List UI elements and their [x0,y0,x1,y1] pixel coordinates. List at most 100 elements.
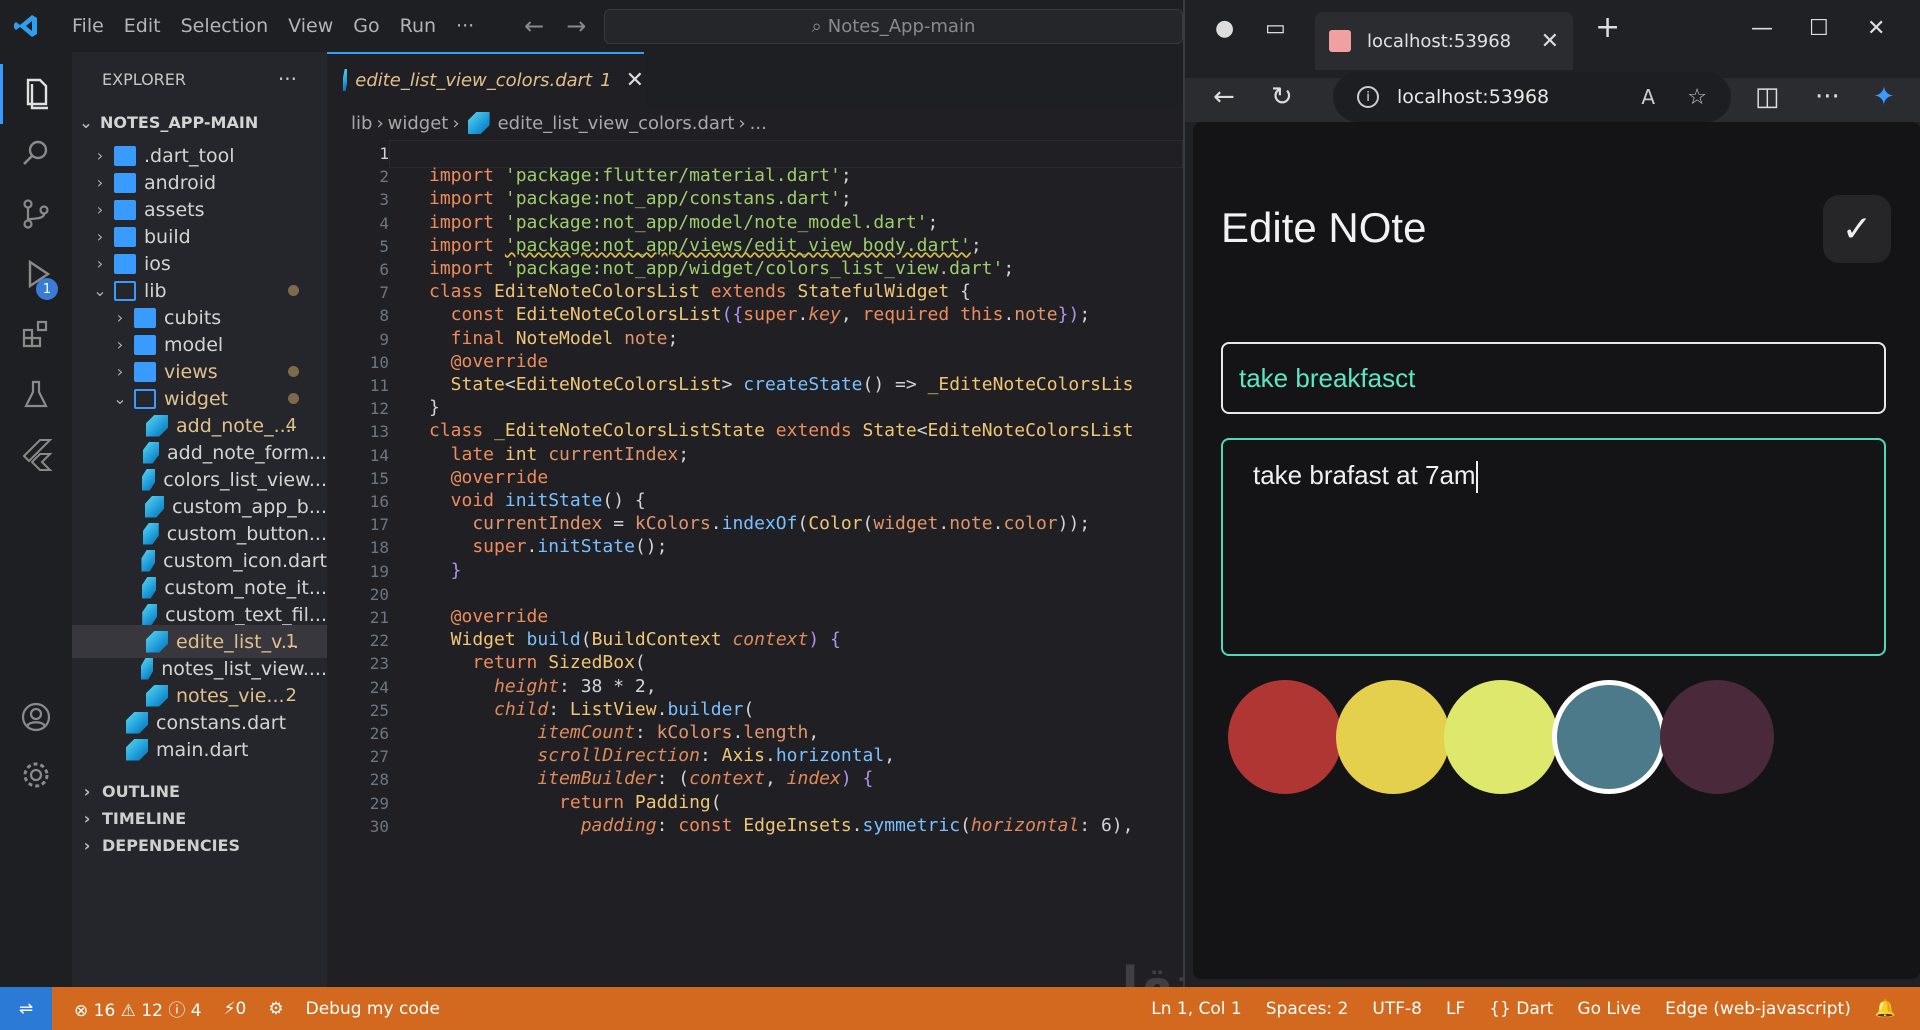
line-number: 16 [369,492,389,511]
code-token: build [526,629,581,651]
end-of-line[interactable]: LF [1446,999,1465,1019]
back-icon[interactable]: ← [1213,82,1235,112]
browser-tab[interactable]: localhost:53968 ✕ [1315,12,1573,70]
copilot-icon[interactable]: ✦ [1873,82,1895,112]
settings-gear-icon[interactable] [0,745,72,805]
breadcrumb-item[interactable]: widget [388,113,449,134]
tree-item-label: custom_text_fil... [165,603,327,626]
accounts-icon[interactable] [0,687,72,747]
color-option[interactable] [1444,680,1558,794]
breadcrumb-item[interactable]: ... [750,113,767,134]
menu-item[interactable]: Run [400,15,436,37]
menu-item[interactable]: ··· [456,15,474,37]
tab-actions-icon[interactable]: ▭ [1265,16,1286,41]
code-token: @override [429,350,549,372]
refresh-icon[interactable]: ↻ [1271,82,1293,112]
code-token: }) [1057,304,1080,326]
forward-arrow-icon[interactable]: → [566,12,608,40]
tree-item-label: add_note_form... [167,441,327,464]
close-tab-icon[interactable]: ✕ [1541,29,1559,54]
testing-flask-icon[interactable] [0,364,72,424]
search-icon[interactable] [0,124,72,184]
favorite-star-icon[interactable]: ☆ [1687,85,1707,110]
split-screen-icon[interactable]: ◫ [1755,82,1780,112]
code-token: @override [429,466,549,488]
code-token: required [862,304,961,326]
tree-item[interactable]: main.dart [72,733,327,766]
folder-icon [114,226,136,247]
menu-item[interactable]: Edit [124,15,161,37]
back-arrow-icon[interactable]: ← [524,12,566,40]
source-control-icon[interactable] [0,184,72,244]
encoding[interactable]: UTF-8 [1372,999,1422,1019]
save-check-button[interactable]: ✓ [1823,195,1891,263]
menu-item[interactable]: Go [353,15,379,37]
tab-edite-list-view-colors[interactable]: edite_list_view_colors.dart 1 ✕ [327,52,644,106]
new-tab-icon[interactable]: + [1595,10,1620,45]
tree-item-label: colors_list_view... [163,468,327,491]
code-token: < [916,420,928,442]
code-token: extends [710,281,798,303]
flutter-icon[interactable] [0,424,72,484]
menu-item[interactable]: File [72,15,104,37]
code-area[interactable]: 1 2 import 'package:flutter/material.dart'… [327,140,1183,987]
tree-root[interactable]: ⌄ NOTES_APP-MAIN [72,106,327,139]
ports-indicator[interactable]: ⚡0 [224,999,247,1019]
command-center-search[interactable]: ⌕ Notes_App-main [604,9,1183,44]
remote-indicator-icon[interactable]: ⇌ [0,987,52,1030]
line-number: 23 [369,654,389,674]
breadcrumb-item[interactable]: lib [351,113,372,134]
indentation[interactable]: Spaces: 2 [1266,999,1349,1019]
menu-item[interactable]: View [288,15,333,37]
code-line: return Padding( [429,792,722,813]
sidebar-section-dependencies[interactable]: › DEPENDENCIES [72,829,327,862]
code-token: 'package:not_app/constans.dart' [504,188,841,210]
code-token: () => [862,374,928,395]
settings-more-icon[interactable]: ··· [1815,82,1840,112]
cursor-position[interactable]: Ln 1, Col 1 [1151,999,1242,1019]
notifications-bell-icon[interactable]: 🔔 [1875,999,1896,1019]
code-token: import [429,188,505,210]
go-live-button[interactable]: Go Live [1577,999,1641,1019]
debug-target[interactable]: Edge (web-javascript) [1665,999,1851,1019]
run-debug-icon[interactable]: 1 [0,244,72,304]
code-token: context [689,768,765,790]
code-token: } [429,559,462,581]
color-option-selected[interactable] [1552,680,1666,794]
maximize-icon[interactable]: ☐ [1809,16,1829,41]
line-number: 15 [369,468,389,488]
color-option[interactable] [1228,680,1342,794]
tree-item-label: lib [144,279,167,302]
code-token: EditeNoteColorsList [927,420,1134,442]
problems-indicator[interactable]: ⊗ 16 ⚠ 12 ⓘ 4 [74,996,202,1021]
browser-window: ● ▭ localhost:53968 ✕ + — ☐ ✕ ← ↻ i loca… [1183,0,1920,987]
code-token: . [656,698,668,720]
close-window-icon[interactable]: ✕ [1867,16,1885,41]
line-number: 1 [379,144,389,163]
menu-item[interactable]: Selection [181,15,269,37]
code-token: key [808,304,841,326]
code-token: import [429,211,505,233]
vscode-logo-icon [0,0,52,52]
close-tab-icon[interactable]: ✕ [626,68,644,93]
dart-file-icon [126,738,148,761]
tree-item-label: custom_note_it... [164,576,327,599]
minimize-icon[interactable]: — [1751,16,1773,41]
site-info-icon[interactable]: i [1357,86,1379,108]
language-mode[interactable]: {} Dart [1489,999,1553,1019]
breadcrumb-item[interactable]: edite_list_view_colors.dart [498,113,735,134]
line-number: 14 [369,445,389,465]
read-aloud-icon[interactable]: A [1641,85,1655,109]
profile-icon[interactable]: ● [1215,16,1234,41]
color-option[interactable] [1660,680,1774,794]
more-actions-icon[interactable]: ··· [278,67,297,91]
extensions-icon[interactable] [0,304,72,364]
address-bar[interactable]: i localhost:53968 A ☆ [1333,72,1731,122]
debug-config-label[interactable]: Debug my code [306,999,440,1019]
code-token: ; [1079,304,1091,326]
note-title-field[interactable]: take breakfasct [1221,342,1886,414]
note-content-field[interactable]: take brafast at 7am [1221,438,1886,656]
explorer-icon[interactable] [0,64,72,124]
page-title: Edite NOte [1221,204,1427,251]
color-option[interactable] [1336,680,1450,794]
